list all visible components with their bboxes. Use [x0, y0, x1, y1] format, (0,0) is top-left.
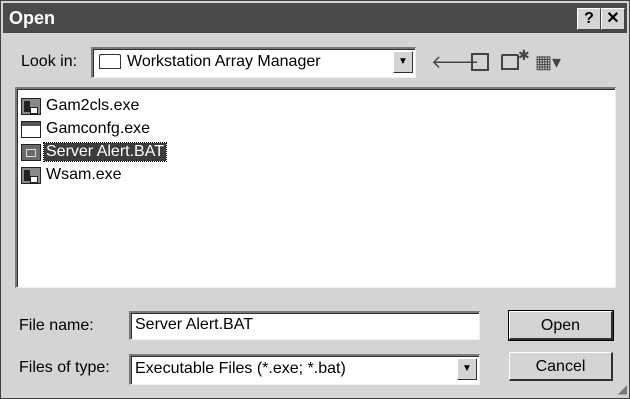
- look-in-combo[interactable]: Workstation Array Manager ▼: [91, 47, 416, 78]
- new-folder-star: ✱: [518, 47, 530, 63]
- file-name: Wsam.exe: [46, 166, 122, 183]
- list-item[interactable]: Gam2cls.exe: [21, 95, 141, 117]
- folder-icon: [99, 54, 121, 69]
- file-type-dropdown-button[interactable]: ▼: [457, 358, 477, 380]
- file-name-input[interactable]: Server Alert.BAT: [129, 311, 480, 340]
- close-button[interactable]: ✕: [601, 8, 625, 30]
- open-button[interactable]: Open: [508, 310, 614, 341]
- file-list[interactable]: Gam2cls.exe Gamconfg.exe Server Alert.BA…: [15, 87, 616, 288]
- file-type-combo[interactable]: Executable Files (*.exe; *.bat) ▼: [129, 354, 480, 385]
- file-name: Gamconfg.exe: [46, 120, 151, 137]
- up-folder-icon[interactable]: [471, 53, 489, 71]
- title-bar[interactable]: Open ? ✕: [3, 3, 627, 33]
- application-icon: [21, 166, 41, 184]
- look-in-value: Workstation Array Manager: [127, 53, 321, 70]
- cancel-button[interactable]: Cancel: [509, 352, 613, 381]
- batch-file-icon: [21, 143, 41, 161]
- window-app-icon: [21, 120, 41, 138]
- list-item-selected[interactable]: Server Alert.BAT: [21, 141, 167, 163]
- application-icon: [21, 97, 41, 115]
- dialog-title: Open: [9, 8, 56, 28]
- file-name: Server Alert.BAT: [43, 142, 167, 162]
- file-name-value: Server Alert.BAT: [135, 316, 253, 333]
- look-in-dropdown-button[interactable]: ▼: [393, 51, 413, 73]
- file-name-label: File name:: [19, 317, 94, 334]
- open-dialog: Open ? ✕ Look in: Workstation Array Mana…: [0, 0, 630, 399]
- list-item[interactable]: Wsam.exe: [21, 164, 124, 186]
- file-type-label: Files of type:: [19, 359, 110, 376]
- file-name: Gam2cls.exe: [46, 97, 140, 114]
- resize-grip-icon[interactable]: ◢: [618, 382, 627, 396]
- new-folder-icon[interactable]: [501, 54, 519, 70]
- file-type-value: Executable Files (*.exe; *.bat): [135, 360, 346, 377]
- view-menu-icon[interactable]: ▦▾: [535, 52, 561, 72]
- look-in-label: Look in:: [21, 53, 78, 70]
- list-item[interactable]: Gamconfg.exe: [21, 118, 152, 140]
- help-button[interactable]: ?: [577, 8, 601, 30]
